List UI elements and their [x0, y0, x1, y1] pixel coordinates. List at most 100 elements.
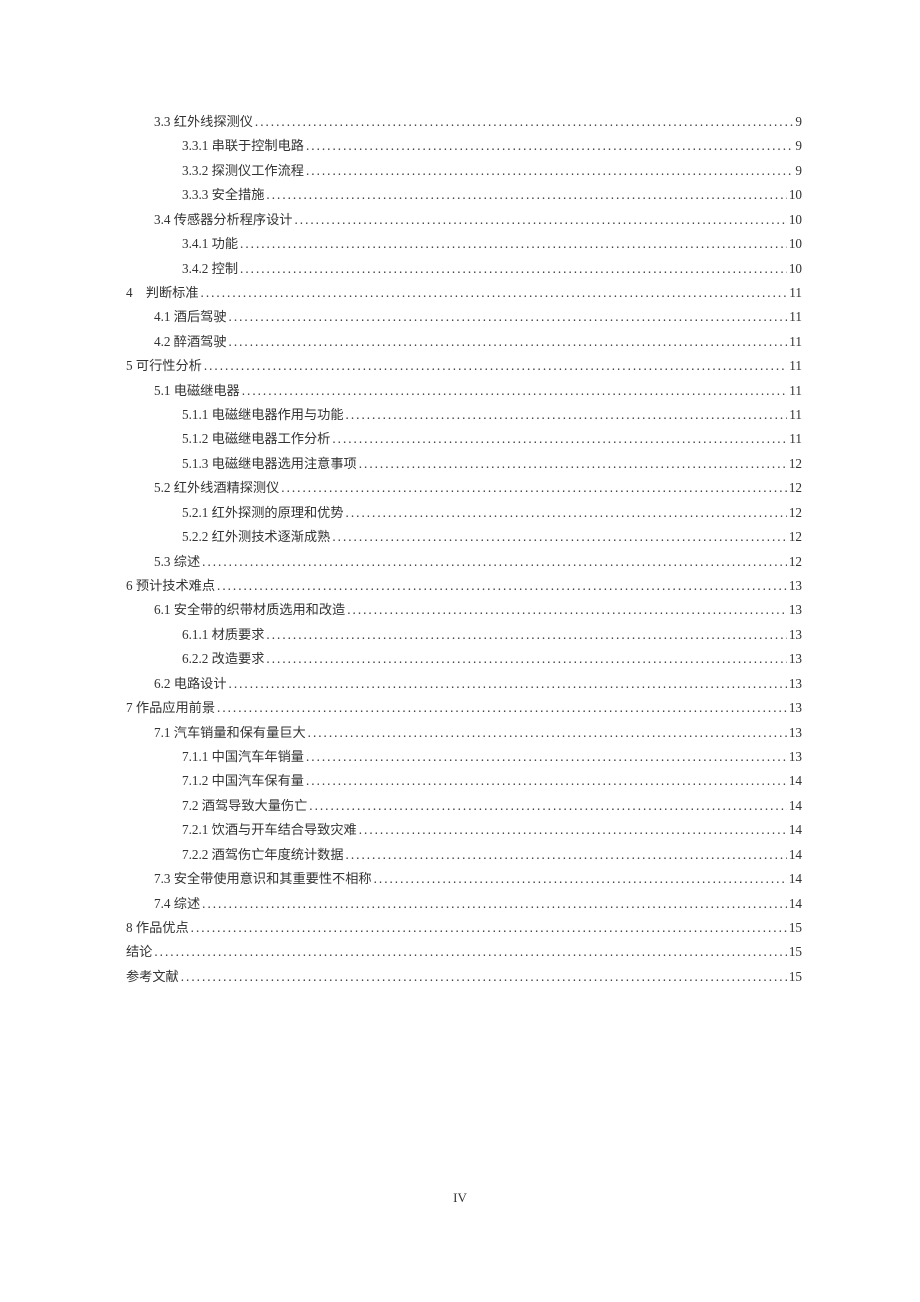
toc-leader-dots	[332, 525, 786, 549]
toc-entry[interactable]: 5.2.1 红外探测的原理和优势12	[118, 501, 802, 525]
toc-title: 7.1.1 中国汽车年销量	[182, 745, 304, 769]
toc-title: 6.1 安全带的织带材质选用和改造	[154, 598, 345, 622]
toc-entry[interactable]: 6.1.1 材质要求13	[118, 623, 802, 647]
toc-leader-dots	[374, 867, 787, 891]
toc-leader-dots	[240, 232, 787, 256]
toc-page-number: 10	[789, 183, 802, 207]
toc-title: 6.2 电路设计	[154, 672, 227, 696]
toc-leader-dots	[240, 257, 787, 281]
toc-entry[interactable]: 4.1 酒后驾驶11	[118, 305, 802, 329]
toc-page-number: 14	[789, 818, 802, 842]
toc-entry[interactable]: 3.3.1 串联于控制电路9	[118, 134, 802, 158]
toc-entry[interactable]: 3.3 红外线探测仪 9	[118, 110, 802, 134]
toc-entry[interactable]: 7.1.2 中国汽车保有量14	[118, 769, 802, 793]
toc-leader-dots	[154, 940, 786, 964]
toc-leader-dots	[309, 794, 787, 818]
toc-title: 7.2 酒驾导致大量伤亡	[182, 794, 307, 818]
toc-page-number: 12	[789, 550, 802, 574]
toc-entry[interactable]: 5.1 电磁继电器11	[118, 379, 802, 403]
toc-leader-dots	[359, 818, 787, 842]
toc-title: 4.2 醉酒驾驶	[154, 330, 227, 354]
toc-leader-dots	[266, 623, 786, 647]
toc-title: 5.2.2 红外测技术逐渐成熟	[182, 525, 330, 549]
toc-title: 3.4 传感器分析程序设计	[154, 208, 292, 232]
toc-entry[interactable]: 7.1.1 中国汽车年销量13	[118, 745, 802, 769]
toc-page-number: 11	[789, 427, 802, 451]
toc-leader-dots	[202, 550, 787, 574]
toc-page-number: 13	[789, 672, 802, 696]
toc-title: 7.2.2 酒驾伤亡年度统计数据	[182, 843, 344, 867]
toc-title: 5.3 综述	[154, 550, 200, 574]
toc-entry[interactable]: 7.1 汽车销量和保有量巨大13	[118, 721, 802, 745]
toc-leader-dots	[217, 574, 787, 598]
toc-entry[interactable]: 3.4.1 功能10	[118, 232, 802, 256]
toc-leader-dots	[181, 965, 787, 989]
toc-title: 3.3.3 安全措施	[182, 183, 264, 207]
toc-page-number: 12	[789, 525, 802, 549]
toc-leader-dots	[242, 379, 788, 403]
toc-title: 4.1 酒后驾驶	[154, 305, 227, 329]
toc-page-number: 11	[789, 354, 802, 378]
toc-leader-dots	[266, 647, 786, 671]
toc-page-number: 13	[789, 721, 802, 745]
toc-entry[interactable]: 5 可行性分析11	[118, 354, 802, 378]
toc-entry[interactable]: 6.2 电路设计 13	[118, 672, 802, 696]
toc-entry[interactable]: 8 作品优点15	[118, 916, 802, 940]
toc-leader-dots	[217, 696, 787, 720]
toc-page-number: 14	[789, 794, 802, 818]
toc-entry[interactable]: 4 判断标准11	[118, 281, 802, 305]
toc-leader-dots	[201, 281, 788, 305]
toc-leader-dots	[306, 159, 793, 183]
toc-entry[interactable]: 7 作品应用前景 13	[118, 696, 802, 720]
toc-title: 3.4.1 功能	[182, 232, 238, 256]
toc-entry[interactable]: 参考文献15	[118, 965, 802, 989]
toc-title: 5.2 红外线酒精探测仪	[154, 476, 279, 500]
toc-title: 3.4.2 控制	[182, 257, 238, 281]
toc-entry[interactable]: 7.2.2 酒驾伤亡年度统计数据14	[118, 843, 802, 867]
toc-leader-dots	[229, 330, 788, 354]
toc-page-number: 12	[789, 452, 802, 476]
toc-entry[interactable]: 5.2.2 红外测技术逐渐成熟 12	[118, 525, 802, 549]
toc-title: 7.3 安全带使用意识和其重要性不相称	[154, 867, 372, 891]
toc-title: 7 作品应用前景	[126, 696, 215, 720]
toc-title: 6 预计技术难点	[126, 574, 215, 598]
toc-entry[interactable]: 5.1.1 电磁继电器作用与功能11	[118, 403, 802, 427]
toc-entry[interactable]: 7.2.1 饮酒与开车结合导致灾难14	[118, 818, 802, 842]
toc-page-number: 15	[789, 940, 802, 964]
toc-title: 8 作品优点	[126, 916, 189, 940]
toc-entry[interactable]: 3.3.3 安全措施 10	[118, 183, 802, 207]
toc-entry[interactable]: 4.2 醉酒驾驶11	[118, 330, 802, 354]
toc-page-number: 13	[789, 598, 802, 622]
toc-entry[interactable]: 3.4 传感器分析程序设计10	[118, 208, 802, 232]
toc-title: 6.1.1 材质要求	[182, 623, 264, 647]
toc-entry[interactable]: 7.3 安全带使用意识和其重要性不相称 14	[118, 867, 802, 891]
toc-page-number: 13	[789, 696, 802, 720]
toc-leader-dots	[308, 721, 787, 745]
toc-entry[interactable]: 6.2.2 改造要求13	[118, 647, 802, 671]
toc-entry[interactable]: 3.3.2 探测仪工作流程9	[118, 159, 802, 183]
toc-entry[interactable]: 7.2 酒驾导致大量伤亡 14	[118, 794, 802, 818]
toc-entry[interactable]: 6.1 安全带的织带材质选用和改造 13	[118, 598, 802, 622]
toc-entry[interactable]: 5.3 综述 12	[118, 550, 802, 574]
toc-page-number: 14	[789, 769, 802, 793]
toc-page-number: 14	[789, 867, 802, 891]
toc-leader-dots	[204, 354, 787, 378]
toc-entry[interactable]: 7.4 综述14	[118, 892, 802, 916]
toc-page-number: 9	[795, 110, 802, 134]
toc-entry[interactable]: 结论15	[118, 940, 802, 964]
toc-leader-dots	[191, 916, 787, 940]
toc-entry[interactable]: 6 预计技术难点13	[118, 574, 802, 598]
toc-title: 5.2.1 红外探测的原理和优势	[182, 501, 344, 525]
toc-entry[interactable]: 5.1.3 电磁继电器选用注意事项12	[118, 452, 802, 476]
toc-entry[interactable]: 5.2 红外线酒精探测仪12	[118, 476, 802, 500]
toc-title: 3.3 红外线探测仪	[154, 110, 253, 134]
toc-title: 4 判断标准	[126, 281, 199, 305]
toc-entry[interactable]: 5.1.2 电磁继电器工作分析11	[118, 427, 802, 451]
toc-leader-dots	[266, 183, 786, 207]
toc-title: 3.3.2 探测仪工作流程	[182, 159, 304, 183]
toc-leader-dots	[229, 672, 787, 696]
toc-entry[interactable]: 3.4.2 控制10	[118, 257, 802, 281]
toc-page-number: 14	[789, 892, 802, 916]
toc-leader-dots	[255, 110, 794, 134]
toc-leader-dots	[229, 305, 788, 329]
